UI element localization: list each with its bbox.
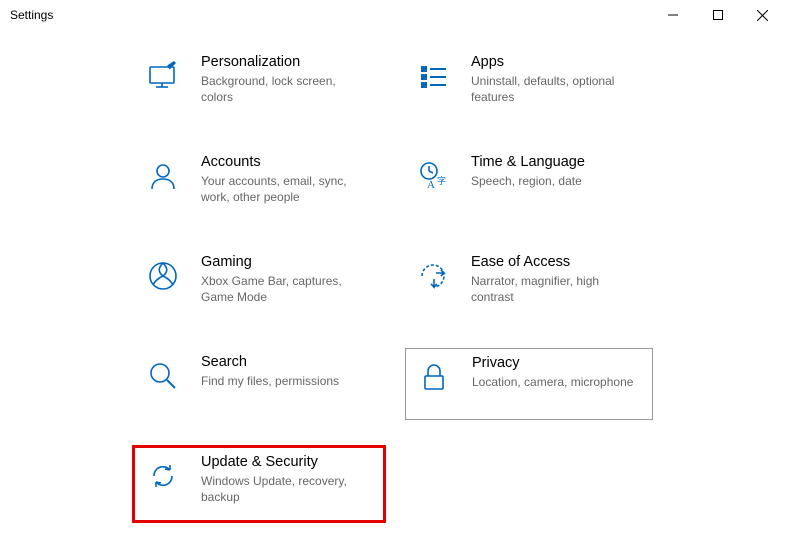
category-accounts[interactable]: Accounts Your accounts, email, sync, wor…	[135, 148, 383, 220]
svg-text:A: A	[427, 179, 435, 191]
category-desc: Speech, region, date	[471, 173, 585, 189]
maximize-button[interactable]	[695, 0, 740, 30]
close-icon	[757, 10, 768, 21]
search-icon	[143, 356, 183, 396]
svg-text:字: 字	[437, 175, 446, 186]
ease-of-access-icon	[413, 256, 453, 296]
category-time-language[interactable]: A字 Time & Language Speech, region, date	[405, 148, 653, 220]
time-language-icon: A字	[413, 156, 453, 196]
category-title: Accounts	[201, 154, 371, 170]
category-search[interactable]: Search Find my files, permissions	[135, 348, 383, 420]
category-desc: Windows Update, recovery, backup	[201, 473, 371, 505]
window-controls	[650, 0, 785, 30]
category-title: Update & Security	[201, 454, 371, 470]
personalization-icon	[143, 56, 183, 96]
settings-grid: Personalization Background, lock screen,…	[0, 30, 785, 520]
category-gaming[interactable]: Gaming Xbox Game Bar, captures, Game Mod…	[135, 248, 383, 320]
category-title: Time & Language	[471, 154, 585, 170]
category-title: Gaming	[201, 254, 371, 270]
category-title: Personalization	[201, 54, 371, 70]
category-desc: Narrator, magnifier, high contrast	[471, 273, 641, 305]
category-update-security[interactable]: Update & Security Windows Update, recove…	[135, 448, 383, 520]
category-title: Search	[201, 354, 339, 370]
apps-icon	[413, 56, 453, 96]
category-privacy[interactable]: Privacy Location, camera, microphone	[405, 348, 653, 420]
category-apps[interactable]: Apps Uninstall, defaults, optional featu…	[405, 48, 653, 120]
category-personalization[interactable]: Personalization Background, lock screen,…	[135, 48, 383, 120]
accounts-icon	[143, 156, 183, 196]
category-desc: Find my files, permissions	[201, 373, 339, 389]
close-button[interactable]	[740, 0, 785, 30]
gaming-icon	[143, 256, 183, 296]
category-desc: Background, lock screen, colors	[201, 73, 371, 105]
category-desc: Location, camera, microphone	[472, 374, 633, 390]
category-desc: Uninstall, defaults, optional features	[471, 73, 641, 105]
privacy-icon	[414, 357, 454, 397]
category-title: Privacy	[472, 355, 633, 371]
titlebar: Settings	[0, 0, 785, 30]
category-title: Apps	[471, 54, 641, 70]
window-title: Settings	[10, 8, 650, 22]
category-desc: Your accounts, email, sync, work, other …	[201, 173, 371, 205]
category-ease-of-access[interactable]: Ease of Access Narrator, magnifier, high…	[405, 248, 653, 320]
maximize-icon	[713, 10, 723, 20]
category-desc: Xbox Game Bar, captures, Game Mode	[201, 273, 371, 305]
minimize-button[interactable]	[650, 0, 695, 30]
category-title: Ease of Access	[471, 254, 641, 270]
minimize-icon	[668, 10, 678, 20]
update-security-icon	[143, 456, 183, 496]
